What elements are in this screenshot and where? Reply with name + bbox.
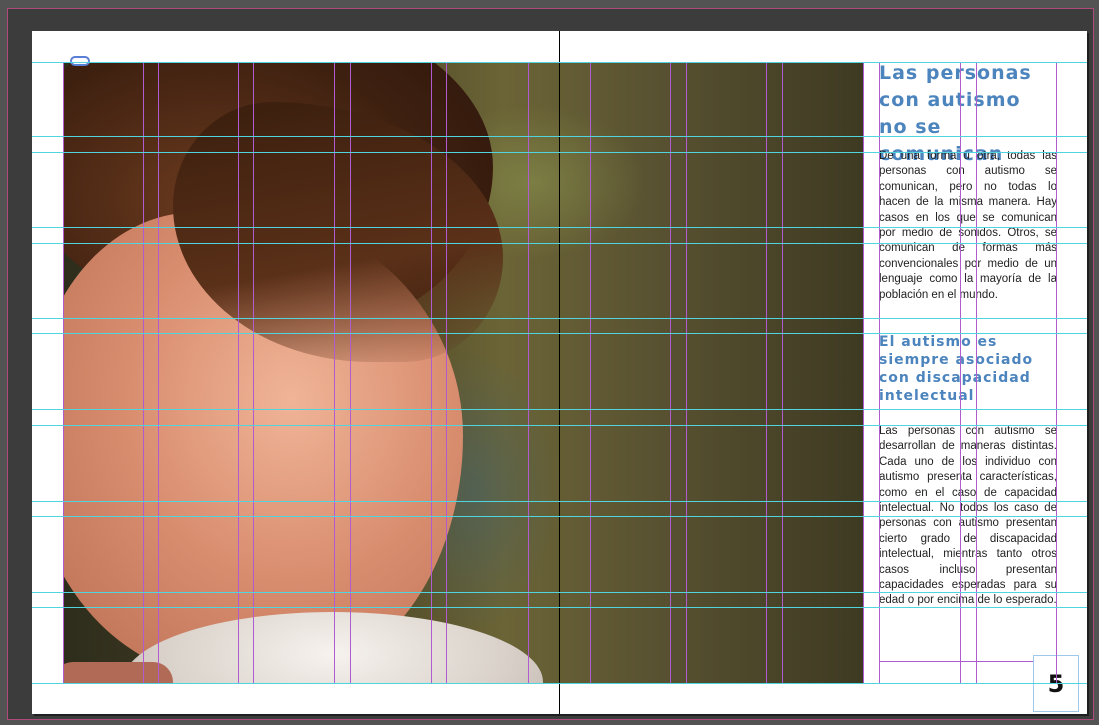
ruler-guide [32, 607, 1087, 608]
column-guide [782, 62, 783, 684]
column-guide [334, 62, 335, 684]
column-guide [976, 62, 977, 684]
section2-heading[interactable]: El autismo es siempre asociado con disca… [879, 333, 1049, 405]
photo-collar [63, 662, 173, 684]
column-guide [528, 62, 529, 684]
column-guide [1056, 62, 1057, 684]
ruler-guide [32, 516, 1087, 517]
ruler-guide [32, 136, 1087, 137]
ruler-guide [32, 227, 1087, 228]
column-guide [766, 62, 767, 684]
column-guide [143, 62, 144, 684]
column-guide [158, 62, 159, 684]
ruler-guide [32, 501, 1087, 502]
column-guide [350, 62, 351, 684]
ruler-guide [32, 425, 1087, 426]
column-guide [863, 62, 864, 684]
footer-frame-edge [879, 661, 1033, 662]
placed-photo-girl[interactable] [63, 62, 863, 684]
ruler-guide [32, 683, 1087, 684]
column-guide [670, 62, 671, 684]
column-guide [431, 62, 432, 684]
spread-spine [559, 31, 560, 714]
column-guide [238, 62, 239, 684]
column-guide [590, 62, 591, 684]
column-guide [686, 62, 687, 684]
ruler-guide [32, 62, 1087, 63]
ruler-guide [32, 333, 1087, 334]
column-guide [63, 62, 64, 684]
ruler-guide [32, 243, 1087, 244]
ruler-guide [32, 152, 1087, 153]
link-icon[interactable] [70, 56, 90, 66]
column-guide [446, 62, 447, 684]
ruler-guide [32, 592, 1087, 593]
ruler-guide [32, 318, 1087, 319]
ruler-guide [32, 409, 1087, 410]
column-guide [960, 62, 961, 684]
column-guide [879, 62, 880, 684]
column-guide [253, 62, 254, 684]
